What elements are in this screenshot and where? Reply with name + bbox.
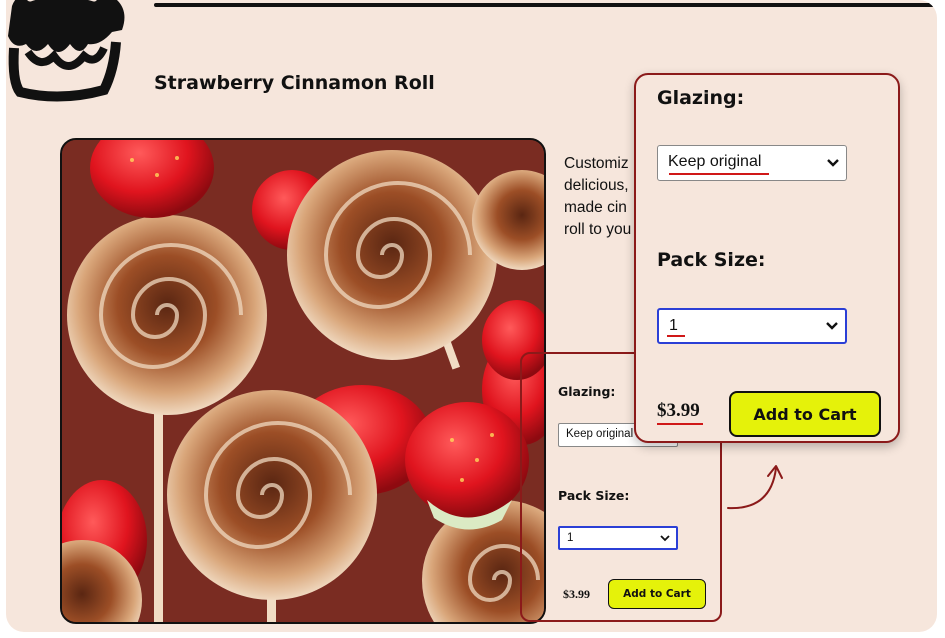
cinnamon-roll-logo[interactable]	[6, 0, 140, 111]
zoom-price: $3.99	[657, 400, 700, 421]
pack-size-underline	[667, 335, 685, 337]
zoom-glazing-label: Glazing:	[657, 87, 745, 109]
zoom-pack-size-select[interactable]: 1	[657, 308, 847, 344]
zoom-pack-size-label: Pack Size:	[657, 249, 766, 271]
glazing-underline	[669, 173, 769, 175]
zoom-add-to-cart-button[interactable]: Add to Cart	[729, 391, 881, 437]
product-image	[60, 138, 546, 624]
curved-arrow-icon	[727, 465, 783, 510]
price-underline	[657, 423, 703, 425]
chevron-down-icon	[826, 322, 838, 330]
chevron-down-icon	[827, 159, 839, 167]
product-title: Strawberry Cinnamon Roll	[154, 72, 435, 94]
zoom-glazing-select[interactable]: Keep original	[657, 145, 847, 181]
zoom-glazing-value: Keep original	[668, 153, 762, 170]
zoom-pack-size-value: 1	[669, 317, 678, 334]
page-card: Strawberry Cinnamon Roll Customiz delici…	[6, 0, 937, 632]
header-divider	[154, 3, 936, 7]
zoom-callout: Glazing: Keep original Pack Size: 1 $3.9…	[634, 73, 900, 443]
